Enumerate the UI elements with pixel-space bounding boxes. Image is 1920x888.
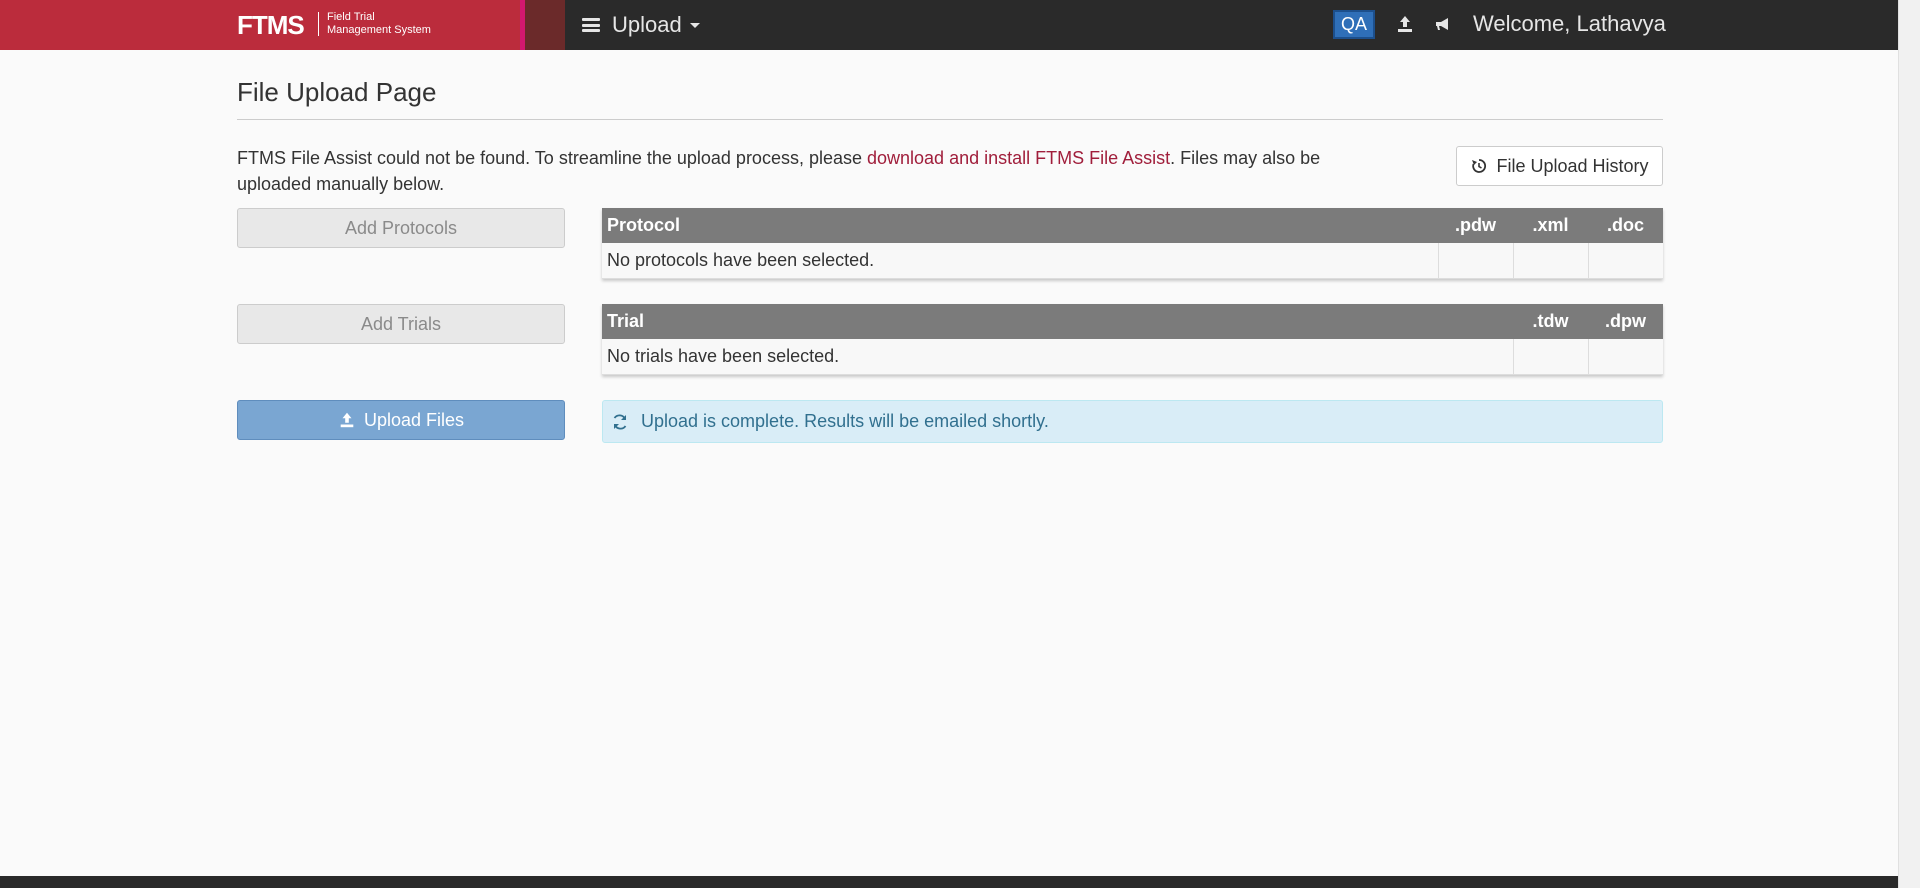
file-upload-history-button[interactable]: File Upload History	[1456, 146, 1663, 186]
table-header-row: Protocol .pdw .xml .doc	[602, 208, 1663, 243]
trials-empty-message: No trials have been selected.	[602, 339, 1514, 375]
table-cell	[1588, 243, 1663, 279]
brand-area[interactable]: FTMS Field Trial Management System	[0, 0, 520, 50]
environment-badge[interactable]: QA	[1333, 10, 1375, 39]
protocols-empty-message: No protocols have been selected.	[602, 243, 1439, 279]
notice-prefix: FTMS File Assist could not be found. To …	[237, 148, 867, 168]
protocols-table: Protocol .pdw .xml .doc No protocols hav…	[602, 208, 1663, 279]
history-icon	[1472, 159, 1487, 173]
upload-status-alert: Upload is complete. Results will be emai…	[602, 400, 1663, 443]
brand-logo[interactable]: FTMS	[237, 10, 305, 41]
refresh-icon	[613, 414, 627, 430]
upload-icon[interactable]	[1395, 14, 1417, 36]
menu-icon	[582, 18, 600, 32]
table-row: No protocols have been selected.	[602, 243, 1663, 279]
table-cell	[1438, 243, 1514, 279]
footer-bar	[0, 876, 1898, 888]
table-cell	[1513, 339, 1589, 375]
table-header-row: Trial .tdw .dpw	[602, 304, 1663, 339]
brand-subtitle: Field Trial Management System	[327, 11, 431, 37]
file-assist-notice: FTMS File Assist could not be found. To …	[237, 145, 1327, 197]
brand-separator	[318, 12, 319, 36]
title-divider	[237, 119, 1663, 120]
column-header-doc: .doc	[1588, 208, 1663, 243]
add-trials-button[interactable]: Add Trials	[237, 304, 565, 344]
column-header-xml: .xml	[1513, 208, 1588, 243]
column-header-protocol: Protocol	[602, 208, 1438, 243]
upload-menu-dropdown[interactable]: Upload	[582, 10, 700, 40]
add-protocols-button[interactable]: Add Protocols	[237, 208, 565, 248]
upload-icon	[340, 412, 354, 428]
download-file-assist-link[interactable]: download and install FTMS File Assist	[867, 148, 1170, 168]
announcement-icon[interactable]	[1433, 14, 1455, 36]
table-cell	[1588, 339, 1663, 375]
caret-down-icon	[689, 22, 700, 28]
page-scrollbar[interactable]	[1898, 0, 1920, 888]
brand-subtitle-line1: Field Trial	[327, 11, 375, 23]
column-header-trial: Trial	[602, 304, 1513, 339]
table-cell	[1513, 243, 1589, 279]
page-title: File Upload Page	[237, 77, 437, 107]
upload-files-button[interactable]: Upload Files	[237, 400, 565, 440]
brand-accent-block	[525, 0, 565, 50]
brand-subtitle-line2: Management System	[327, 24, 431, 36]
top-navbar: FTMS Field Trial Management System Uploa…	[0, 0, 1898, 50]
menu-label: Upload	[612, 12, 682, 37]
history-button-label: File Upload History	[1496, 155, 1649, 176]
upload-status-message: Upload is complete. Results will be emai…	[641, 411, 1049, 431]
welcome-user-menu[interactable]: Welcome, Lathavya	[1473, 11, 1666, 37]
column-header-dpw: .dpw	[1588, 304, 1663, 339]
upload-files-label: Upload Files	[363, 409, 465, 430]
column-header-pdw: .pdw	[1438, 208, 1513, 243]
column-header-tdw: .tdw	[1513, 304, 1588, 339]
table-row: No trials have been selected.	[602, 339, 1663, 375]
trials-table: Trial .tdw .dpw No trials have been sele…	[602, 304, 1663, 375]
